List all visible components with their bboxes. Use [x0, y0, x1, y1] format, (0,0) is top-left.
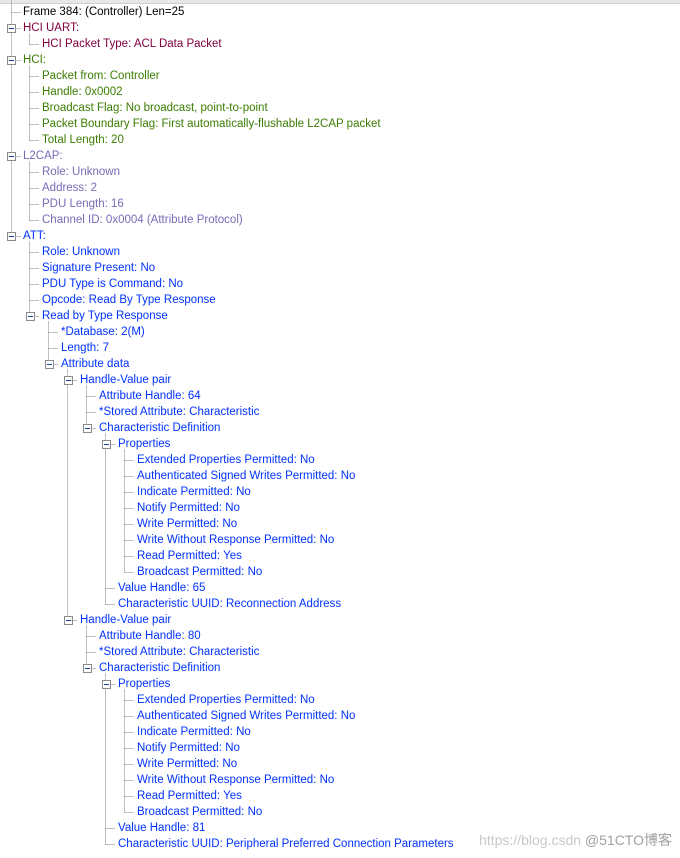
tree-item[interactable]: Role: Unknown	[42, 164, 120, 180]
collapse-toggle-icon[interactable]	[7, 24, 16, 33]
tree-item[interactable]: Indicate Permitted: No	[137, 484, 251, 500]
tree-item[interactable]: Handle: 0x0002	[42, 84, 123, 100]
collapse-toggle-icon[interactable]	[83, 664, 92, 673]
tree-item[interactable]: *Stored Attribute: Characteristic	[99, 644, 259, 660]
tree-item[interactable]: Length: 7	[61, 340, 109, 356]
tree-item[interactable]: Authenticated Signed Writes Permitted: N…	[137, 708, 355, 724]
tree-item[interactable]: Notify Permitted: No	[137, 740, 240, 756]
tree-item[interactable]: Authenticated Signed Writes Permitted: N…	[137, 468, 355, 484]
tree-item[interactable]: HCI UART:	[23, 20, 79, 36]
tree-item[interactable]: Frame 384: (Controller) Len=25	[23, 4, 184, 20]
tree-item[interactable]: Write Permitted: No	[137, 516, 237, 532]
tree-item[interactable]: Properties	[118, 436, 170, 452]
tree-item[interactable]: Characteristic UUID: Peripheral Preferre…	[118, 836, 454, 852]
tree-item[interactable]: Read Permitted: Yes	[137, 548, 242, 564]
packet-detail-tree[interactable]: Frame 384: (Controller) Len=25 HCI UART: H…	[0, 0, 680, 858]
collapse-toggle-icon[interactable]	[83, 424, 92, 433]
collapse-toggle-icon[interactable]	[102, 440, 111, 449]
tree-item[interactable]: ATT:	[23, 228, 46, 244]
tree-item[interactable]: L2CAP:	[23, 148, 63, 164]
tree-item[interactable]: Write Without Response Permitted: No	[137, 772, 334, 788]
tree-item[interactable]: Characteristic Definition	[99, 660, 220, 676]
tree-item[interactable]: Signature Present: No	[42, 260, 155, 276]
tree-item[interactable]: Notify Permitted: No	[137, 500, 240, 516]
tree-item[interactable]: Write Permitted: No	[137, 756, 237, 772]
collapse-toggle-icon[interactable]	[7, 56, 16, 65]
tree-item[interactable]: Total Length: 20	[42, 132, 124, 148]
collapse-toggle-icon[interactable]	[64, 376, 73, 385]
tree-item[interactable]: HCI:	[23, 52, 46, 68]
tree-item[interactable]: Read by Type Response	[42, 308, 168, 324]
tree-item[interactable]: Packet from: Controller	[42, 68, 160, 84]
tree-item[interactable]: Attribute data	[61, 356, 129, 372]
tree-item[interactable]: Role: Unknown	[42, 244, 120, 260]
tree-item[interactable]: Indicate Permitted: No	[137, 724, 251, 740]
tree-item[interactable]: Value Handle: 81	[118, 820, 205, 836]
tree-item[interactable]: PDU Length: 16	[42, 196, 124, 212]
tree-item[interactable]: Opcode: Read By Type Response	[42, 292, 216, 308]
collapse-toggle-icon[interactable]	[7, 152, 16, 161]
collapse-toggle-icon[interactable]	[64, 616, 73, 625]
tree-item[interactable]: Broadcast Flag: No broadcast, point-to-p…	[42, 100, 268, 116]
tree-item[interactable]: Attribute Handle: 80	[99, 628, 201, 644]
watermark-url: https://blog.csdn	[479, 832, 582, 848]
tree-item[interactable]: Channel ID: 0x0004 (Attribute Protocol)	[42, 212, 243, 228]
tree-item[interactable]: Extended Properties Permitted: No	[137, 452, 315, 468]
tree-item[interactable]: Properties	[118, 676, 170, 692]
tree-item[interactable]: Handle-Value pair	[80, 372, 171, 388]
tree-item[interactable]: Read Permitted: Yes	[137, 788, 242, 804]
tree-item[interactable]: *Database: 2(M)	[61, 324, 145, 340]
tree-item[interactable]: Characteristic Definition	[99, 420, 220, 436]
tree-item[interactable]: Handle-Value pair	[80, 612, 171, 628]
tree-item[interactable]: Broadcast Permitted: No	[137, 804, 262, 820]
tree-item[interactable]: Characteristic UUID: Reconnection Addres…	[118, 596, 341, 612]
tree-item[interactable]: Value Handle: 65	[118, 580, 205, 596]
tree-item[interactable]: Broadcast Permitted: No	[137, 564, 262, 580]
collapse-toggle-icon[interactable]	[7, 232, 16, 241]
collapse-toggle-icon[interactable]	[26, 312, 35, 321]
watermark-brand: @51CTO博客	[584, 832, 672, 848]
collapse-toggle-icon[interactable]	[102, 680, 111, 689]
tree-item[interactable]: Extended Properties Permitted: No	[137, 692, 315, 708]
tree-item[interactable]: PDU Type is Command: No	[42, 276, 183, 292]
tree-item[interactable]: Attribute Handle: 64	[99, 388, 201, 404]
tree-item[interactable]: HCI Packet Type: ACL Data Packet	[42, 36, 222, 52]
tree-item[interactable]: Address: 2	[42, 180, 97, 196]
watermark: https://blog.csdn @51CTO博客	[479, 830, 672, 850]
collapse-toggle-icon[interactable]	[45, 360, 54, 369]
tree-item[interactable]: *Stored Attribute: Characteristic	[99, 404, 259, 420]
tree-item[interactable]: Write Without Response Permitted: No	[137, 532, 334, 548]
tree-item[interactable]: Packet Boundary Flag: First automaticall…	[42, 116, 381, 132]
